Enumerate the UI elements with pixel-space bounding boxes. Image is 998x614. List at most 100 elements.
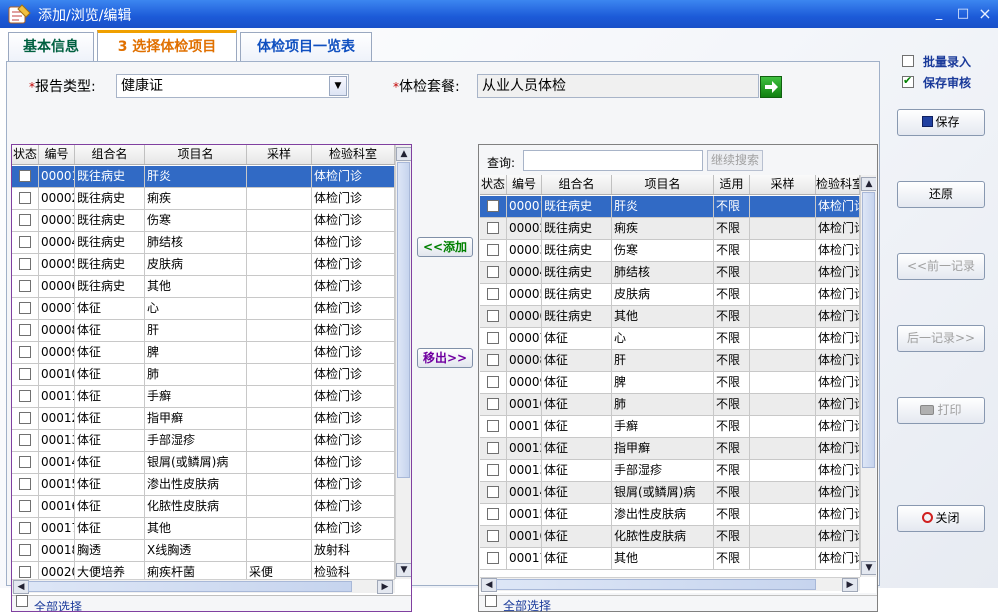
table-row[interactable]: 00007体征心 体检门诊 xyxy=(12,298,395,320)
row-checkbox[interactable] xyxy=(19,214,31,226)
batch-entry-label[interactable]: 批量录入 xyxy=(923,53,971,70)
continue-search-button[interactable]: 继续搜索 xyxy=(707,150,763,171)
row-checkbox[interactable] xyxy=(19,566,31,578)
table-row[interactable]: 00014体征银屑(或鳞屑)病不限 体检门诊 xyxy=(480,482,860,504)
package-go-button[interactable] xyxy=(760,76,782,98)
row-checkbox-cell[interactable] xyxy=(480,218,507,239)
table-row[interactable]: 00010体征肺不限 体检门诊 xyxy=(480,394,860,416)
table-row[interactable]: 00005既往病史皮肤病不限 体检门诊 xyxy=(480,284,860,306)
save-audit-label[interactable]: 保存审核 xyxy=(923,74,971,91)
row-checkbox-cell[interactable] xyxy=(12,276,39,297)
row-checkbox-cell[interactable] xyxy=(480,372,507,393)
row-checkbox-cell[interactable] xyxy=(480,548,507,569)
prev-record-button[interactable]: <<前一记录 xyxy=(897,253,985,280)
table-row[interactable]: 00017体征其他不限 体检门诊 xyxy=(480,548,860,570)
table-row[interactable]: 00012体征指甲癣 体检门诊 xyxy=(12,408,395,430)
row-checkbox[interactable] xyxy=(487,332,499,344)
row-checkbox[interactable] xyxy=(19,390,31,402)
row-checkbox[interactable] xyxy=(19,324,31,336)
left-horizontal-scrollbar[interactable]: ◀ ▶ xyxy=(12,579,395,594)
row-checkbox-cell[interactable] xyxy=(480,438,507,459)
row-checkbox[interactable] xyxy=(487,442,499,454)
table-row[interactable]: 00011体征手癣不限 体检门诊 xyxy=(480,416,860,438)
table-row[interactable]: 00015体征渗出性皮肤病 体检门诊 xyxy=(12,474,395,496)
row-checkbox-cell[interactable] xyxy=(12,474,39,495)
row-checkbox[interactable] xyxy=(19,456,31,468)
row-checkbox[interactable] xyxy=(487,508,499,520)
col-code[interactable]: 编号 xyxy=(39,145,75,164)
row-checkbox-cell[interactable] xyxy=(12,452,39,473)
scroll-right-icon[interactable]: ▶ xyxy=(842,578,858,592)
row-checkbox[interactable] xyxy=(487,354,499,366)
scroll-down-icon[interactable]: ▼ xyxy=(396,563,411,577)
remove-button[interactable]: 移出>> xyxy=(417,348,473,368)
save-audit-checkbox[interactable]: ✔ xyxy=(902,74,914,88)
table-row[interactable]: 00016体征化脓性皮肤病不限 体检门诊 xyxy=(480,526,860,548)
table-row[interactable]: 00017体征其他 体检门诊 xyxy=(12,518,395,540)
table-row[interactable]: 00013体征手部湿疹不限 体检门诊 xyxy=(480,460,860,482)
row-checkbox[interactable] xyxy=(19,192,31,204)
row-checkbox-cell[interactable] xyxy=(12,496,39,517)
table-row[interactable]: 00003既往病史伤寒 体检门诊 xyxy=(12,210,395,232)
row-checkbox-cell[interactable] xyxy=(480,284,507,305)
row-checkbox[interactable] xyxy=(487,398,499,410)
tab-basic-info[interactable]: 基本信息 xyxy=(8,32,94,62)
close-button[interactable]: 关闭 xyxy=(897,505,985,532)
table-row[interactable]: 00018胸透X线胸透 放射科 xyxy=(12,540,395,562)
row-checkbox[interactable] xyxy=(487,376,499,388)
col-status[interactable]: 状态 xyxy=(12,145,39,164)
table-row[interactable]: 00013体征手部湿疹 体检门诊 xyxy=(12,430,395,452)
row-checkbox-cell[interactable] xyxy=(12,430,39,451)
next-record-button[interactable]: 后一记录>> xyxy=(897,325,985,352)
table-row[interactable]: 00009体征脾不限 体检门诊 xyxy=(480,372,860,394)
col-sample[interactable]: 采样 xyxy=(247,145,312,164)
row-checkbox[interactable] xyxy=(487,222,499,234)
row-checkbox-cell[interactable] xyxy=(12,298,39,319)
row-checkbox-cell[interactable] xyxy=(480,328,507,349)
left-vertical-scrollbar[interactable]: ▲ ▼ xyxy=(395,145,411,579)
table-row[interactable]: 00001既往病史肝炎不限 体检门诊 xyxy=(480,196,860,218)
table-row[interactable]: 00008体征肝不限 体检门诊 xyxy=(480,350,860,372)
table-row[interactable]: 00009体征脾 体检门诊 xyxy=(12,342,395,364)
row-checkbox[interactable] xyxy=(19,412,31,424)
row-checkbox[interactable] xyxy=(487,420,499,432)
row-checkbox-cell[interactable] xyxy=(480,240,507,261)
row-checkbox[interactable] xyxy=(487,552,499,564)
batch-entry-checkbox[interactable] xyxy=(902,55,914,67)
row-checkbox-cell[interactable] xyxy=(12,342,39,363)
row-checkbox[interactable] xyxy=(487,288,499,300)
row-checkbox[interactable] xyxy=(487,486,499,498)
table-row[interactable]: 00005既往病史皮肤病 体检门诊 xyxy=(12,254,395,276)
row-checkbox-cell[interactable] xyxy=(480,460,507,481)
select-all-checkbox[interactable] xyxy=(16,595,28,607)
col-code[interactable]: 编号 xyxy=(507,175,542,194)
col-item[interactable]: 项目名 xyxy=(612,175,714,194)
col-sample[interactable]: 采样 xyxy=(750,175,816,194)
row-checkbox[interactable] xyxy=(19,544,31,556)
table-row[interactable]: 00015体征渗出性皮肤病不限 体检门诊 xyxy=(480,504,860,526)
row-checkbox[interactable] xyxy=(19,522,31,534)
row-checkbox[interactable] xyxy=(487,244,499,256)
row-checkbox[interactable] xyxy=(487,310,499,322)
row-checkbox[interactable] xyxy=(19,478,31,490)
row-checkbox-cell[interactable] xyxy=(12,408,39,429)
col-dept[interactable]: 检验科室 xyxy=(816,175,860,194)
row-checkbox[interactable] xyxy=(19,280,31,292)
search-input[interactable] xyxy=(523,150,703,171)
print-button[interactable]: 打印 xyxy=(897,397,985,424)
row-checkbox-cell[interactable] xyxy=(12,386,39,407)
maximize-button[interactable]: □ xyxy=(956,7,970,21)
row-checkbox-cell[interactable] xyxy=(12,254,39,275)
row-checkbox[interactable] xyxy=(487,266,499,278)
row-checkbox[interactable] xyxy=(19,434,31,446)
table-row[interactable]: 00002既往病史痢疾 体检门诊 xyxy=(12,188,395,210)
row-checkbox[interactable] xyxy=(19,346,31,358)
row-checkbox[interactable] xyxy=(19,302,31,314)
row-checkbox-cell[interactable] xyxy=(12,210,39,231)
row-checkbox[interactable] xyxy=(19,500,31,512)
save-button[interactable]: 保存 xyxy=(897,109,985,136)
scroll-thumb[interactable] xyxy=(28,581,352,592)
row-checkbox-cell[interactable] xyxy=(12,188,39,209)
row-checkbox-cell[interactable] xyxy=(480,526,507,547)
row-checkbox-cell[interactable] xyxy=(480,262,507,283)
